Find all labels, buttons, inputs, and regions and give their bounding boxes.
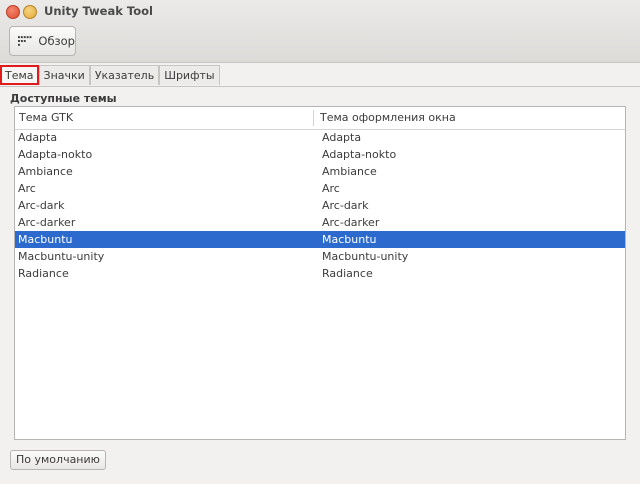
unity-tweak-tool-window: Unity Tweak Tool Обзор Тема Значки Указа… (0, 0, 640, 484)
table-row[interactable]: Arc-dark Arc-dark (15, 197, 625, 214)
window-theme-cell: Arc (322, 182, 340, 195)
overview-button[interactable]: Обзор (9, 26, 76, 56)
minimize-window-button[interactable] (23, 5, 37, 19)
tab-cursor[interactable]: Указатель (89, 65, 160, 85)
reset-to-default-button[interactable]: По умолчанию (10, 450, 106, 470)
table-row[interactable]: Ambiance Ambiance (15, 163, 625, 180)
window-theme-cell: Macbuntu (322, 233, 377, 246)
column-header-window-theme[interactable]: Тема оформления окна (320, 107, 620, 129)
tab-icons[interactable]: Значки (38, 65, 90, 85)
window-title: Unity Tweak Tool (44, 4, 153, 18)
tab-bar: Тема Значки Указатель Шрифты (0, 65, 220, 87)
window-theme-cell: Radiance (322, 267, 373, 280)
column-separator[interactable] (313, 110, 314, 126)
table-row[interactable]: Adapta Adapta (15, 129, 625, 146)
window-theme-cell: Adapta (322, 131, 362, 144)
overview-button-label: Обзор (38, 34, 75, 48)
window-theme-cell: Arc-dark (322, 199, 369, 212)
tab-theme[interactable]: Тема (0, 65, 39, 85)
tree-header: Тема GTK Тема оформления окна (15, 107, 625, 130)
tab-fonts[interactable]: Шрифты (159, 65, 220, 85)
gtk-theme-cell: Arc-dark (18, 199, 65, 212)
gtk-theme-cell: Macbuntu-unity (18, 250, 105, 263)
table-row[interactable]: Adapta-nokto Adapta-nokto (15, 146, 625, 163)
window-theme-cell: Arc-darker (322, 216, 380, 229)
table-row[interactable]: Radiance Radiance (15, 265, 625, 282)
table-row-selected[interactable]: Macbuntu Macbuntu (15, 231, 625, 248)
gtk-theme-cell: Arc (18, 182, 36, 195)
themes-tree-view[interactable]: Тема GTK Тема оформления окна Adapta Ada… (14, 106, 626, 440)
gtk-theme-cell: Adapta-nokto (18, 148, 93, 161)
gtk-theme-cell: Adapta (18, 131, 58, 144)
close-window-button[interactable] (6, 5, 20, 19)
gtk-theme-cell: Macbuntu (18, 233, 73, 246)
grid-dots-icon (18, 36, 32, 46)
gtk-theme-cell: Ambiance (18, 165, 73, 178)
window-theme-cell: Macbuntu-unity (322, 250, 409, 263)
gtk-theme-cell: Radiance (18, 267, 69, 280)
gtk-theme-cell: Arc-darker (18, 216, 76, 229)
window-theme-cell: Ambiance (322, 165, 377, 178)
window-theme-cell: Adapta-nokto (322, 148, 397, 161)
column-header-gtk-theme[interactable]: Тема GTK (19, 107, 315, 129)
available-themes-heading: Доступные темы (10, 92, 117, 105)
tab-divider (0, 86, 640, 87)
title-bar: Unity Tweak Tool Обзор (0, 0, 640, 63)
table-row[interactable]: Macbuntu-unity Macbuntu-unity (15, 248, 625, 265)
table-row[interactable]: Arc-darker Arc-darker (15, 214, 625, 231)
table-row[interactable]: Arc Arc (15, 180, 625, 197)
